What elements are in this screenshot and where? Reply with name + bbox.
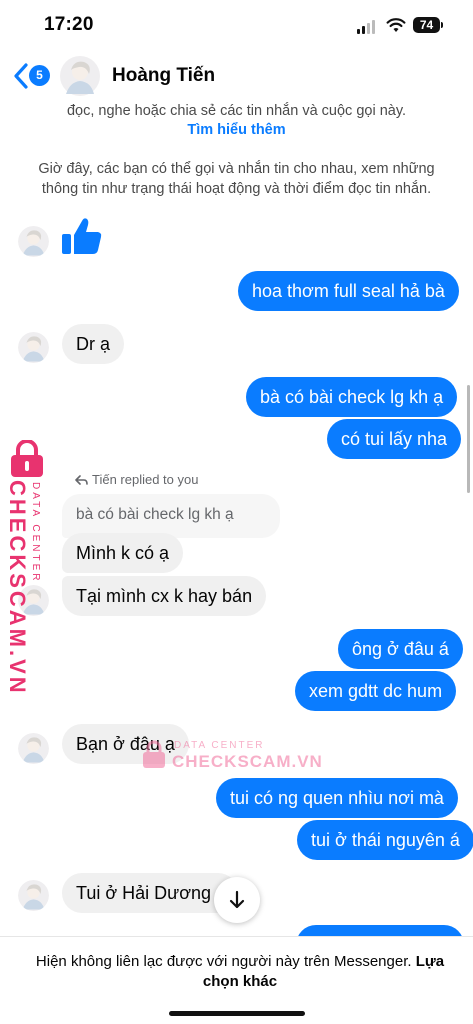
learn-more-link[interactable]: Tìm hiểu thêm <box>0 122 473 138</box>
watermark-lock-icon <box>143 740 165 768</box>
thumbs-up-icon[interactable] <box>60 214 104 258</box>
reply-arrow-icon <box>75 475 88 485</box>
sender-avatar[interactable] <box>18 332 49 363</box>
watermark-lock-icon <box>11 440 43 477</box>
status-time: 17:20 <box>44 14 94 35</box>
watermark-center-brand: CHECKSCAM.VN <box>172 752 323 771</box>
incoming-message[interactable]: Bạn ở đâu ạ <box>62 724 189 764</box>
incoming-message[interactable]: Tại mình cx k hay bán <box>62 576 267 616</box>
outgoing-message[interactable]: xem gdtt dc hum <box>295 671 457 711</box>
footer-text: Hiện không liên lạc được với người này t… <box>30 952 450 992</box>
sender-avatar[interactable] <box>18 733 49 764</box>
footer-notice: Hiện không liên lạc được với người này t… <box>0 936 473 1024</box>
reply-indicator: Tiến replied to you <box>75 472 198 487</box>
battery-tip <box>441 22 443 28</box>
status-bar: 17:20 74 <box>0 0 473 50</box>
scroll-to-bottom-button[interactable] <box>214 877 260 923</box>
watermark-center-subtitle: DATA CENTER <box>174 740 265 751</box>
scrollbar[interactable] <box>467 385 470 493</box>
outgoing-message[interactable]: hoa thơm full seal hả bà <box>238 271 459 311</box>
privacy-notice: đọc, nghe hoặc chia sẻ các tin nhắn và c… <box>66 103 407 119</box>
wifi-icon <box>386 18 406 32</box>
connection-notice-line1: Giờ đây, các bạn có thể gọi và nhắn tin … <box>38 161 435 177</box>
incoming-message[interactable]: Dr ạ <box>62 324 125 364</box>
chat-header: 5 Hoàng Tiến <box>0 52 473 100</box>
back-chevron-icon[interactable] <box>12 62 30 90</box>
outgoing-message[interactable]: bà có bài check lg kh ạ <box>246 377 458 417</box>
reply-label: Tiến replied to you <box>92 472 199 487</box>
sender-avatar[interactable] <box>18 880 49 911</box>
outgoing-message[interactable]: tui có ng quen nhìu nơi mà <box>216 778 458 818</box>
outgoing-message[interactable]: ông ở đâu á <box>338 629 463 669</box>
sender-avatar[interactable] <box>18 226 49 257</box>
incoming-message[interactable]: Tui ở Hải Dương á <box>62 873 238 913</box>
outgoing-message[interactable]: có tui lấy nha <box>327 419 462 459</box>
contact-name[interactable]: Hoàng Tiến <box>112 65 215 87</box>
connection-notice: Giờ đây, các bạn có thể gọi và nhắn tin … <box>0 159 473 199</box>
arrow-down-icon <box>229 890 245 909</box>
battery-icon: 74 <box>413 17 440 33</box>
incoming-message[interactable]: Mình k có ạ <box>62 533 184 573</box>
unavailable-text: Hiện không liên lạc được với người này t… <box>35 953 412 970</box>
contact-avatar[interactable] <box>60 56 100 96</box>
watermark-subtitle: DATA CENTER <box>30 482 41 584</box>
connection-notice-line2: thông tin như trạng thái hoạt động và th… <box>41 181 432 197</box>
unread-count-badge[interactable]: 5 <box>29 65 50 86</box>
home-indicator[interactable] <box>169 1011 305 1016</box>
cellular-signal-icon <box>357 20 375 34</box>
outgoing-message[interactable]: tui ở thái nguyên á <box>297 820 473 860</box>
quoted-message[interactable]: bà có bài check lg kh ạ <box>62 494 280 538</box>
watermark-brand: CHECKSCAM.VN <box>5 480 30 696</box>
